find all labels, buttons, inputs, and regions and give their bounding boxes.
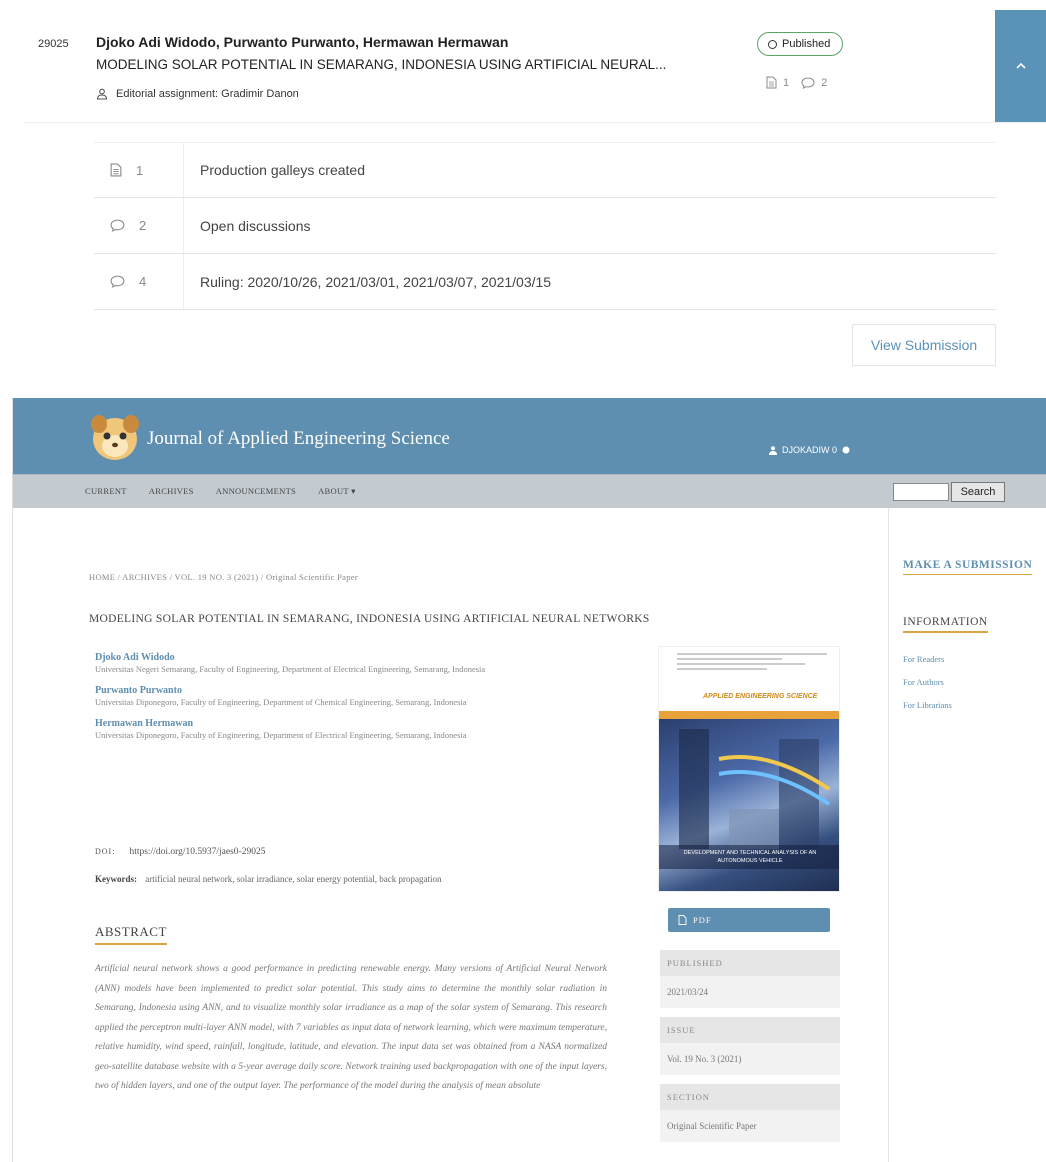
chevron-up-icon — [1015, 62, 1026, 69]
file-icon — [110, 163, 122, 177]
link-for-authors[interactable]: For Authors — [903, 671, 952, 694]
information-links: For Readers For Authors For Librarians — [903, 648, 952, 717]
doi-label: DOI: — [95, 847, 116, 856]
issue-cover-image[interactable]: APPLIED ENGINEERING SCIENCE DEVELOPMENT … — [658, 646, 840, 892]
author-entry: Hermawan Hermawan Universitas Diponegoro… — [95, 718, 605, 742]
user-menu[interactable]: DJOKADIW 0 — [769, 445, 850, 455]
activity-count-value: 1 — [136, 162, 144, 178]
breadcrumb[interactable]: HOME / ARCHIVES / VOL. 19 NO. 3 (2021) /… — [89, 572, 358, 582]
activity-label: Production galleys created — [200, 162, 365, 178]
doi-row: DOI: https://doi.org/10.5937/jaes0-29025 — [95, 847, 265, 857]
make-submission-link[interactable]: MAKE A SUBMISSION — [903, 559, 1033, 575]
submission-row[interactable]: 29025 Djoko Adi Widodo, Purwanto Purwant… — [24, 10, 1046, 123]
activity-row: 2 Open discussions — [94, 198, 996, 254]
author-entry: Djoko Adi Widodo Universitas Negeri Sema… — [95, 652, 605, 676]
status-circle-icon — [768, 39, 777, 49]
author-list: Djoko Adi Widodo Universitas Negeri Sema… — [95, 652, 605, 751]
notification-icon — [842, 446, 850, 454]
pdf-download-button[interactable]: PDF — [668, 908, 830, 932]
status-badge: Published — [757, 32, 844, 56]
published-label: PUBLISHED — [660, 950, 840, 976]
sidebar-divider — [888, 508, 889, 1162]
comment-icon — [110, 275, 125, 288]
discussions-count: 2 — [821, 76, 828, 89]
journal-nav: CURRENT ARCHIVES ANNOUNCEMENTS ABOUT ▾ — [13, 474, 1046, 508]
journal-page: Journal of Applied Engineering Science D… — [12, 398, 1046, 1162]
activity-count: 4 — [94, 254, 184, 309]
article-title: MODELING SOLAR POTENTIAL IN SEMARANG, IN… — [89, 613, 650, 625]
search-input[interactable] — [893, 483, 949, 501]
comment-icon — [801, 76, 815, 89]
submission-authors: Djoko Adi Widodo, Purwanto Purwanto, Her… — [96, 34, 509, 50]
pdf-label: PDF — [693, 915, 712, 925]
keywords-label: Keywords: — [95, 874, 137, 884]
activity-list: 1 Production galleys created 2 Open disc… — [94, 142, 996, 310]
journal-logo-icon[interactable] — [89, 412, 141, 462]
user-icon — [96, 88, 108, 100]
activity-count: 2 — [94, 198, 184, 253]
submission-title: MODELING SOLAR POTENTIAL IN SEMARANG, IN… — [96, 57, 667, 72]
keywords-row: Keywords: artificial neural network, sol… — [95, 872, 605, 886]
nav-about[interactable]: ABOUT ▾ — [318, 486, 356, 497]
view-submission-button[interactable]: View Submission — [852, 324, 996, 366]
activity-label: Ruling: 2020/10/26, 2021/03/01, 2021/03/… — [200, 273, 552, 290]
file-icon — [678, 915, 687, 925]
cover-journal-name: APPLIED ENGINEERING SCIENCE — [703, 693, 818, 700]
username: DJOKADIW 0 — [782, 445, 838, 455]
issue-value[interactable]: Vol. 19 No. 3 (2021) — [660, 1043, 840, 1075]
published-value: 2021/03/24 — [660, 976, 840, 1008]
submission-id: 29025 — [38, 38, 69, 50]
status-label: Published — [782, 38, 831, 50]
author-affiliation: Universitas Diponegoro, Faculty of Engin… — [95, 730, 467, 740]
link-for-readers[interactable]: For Readers — [903, 648, 952, 671]
journal-name[interactable]: Journal of Applied Engineering Science — [147, 428, 450, 450]
search-button[interactable]: Search — [951, 482, 1005, 502]
link-for-librarians[interactable]: For Librarians — [903, 694, 952, 717]
comment-icon — [110, 219, 125, 232]
user-icon — [769, 445, 777, 455]
author-name: Hermawan Hermawan — [95, 718, 194, 729]
section-label: SECTION — [660, 1084, 840, 1110]
author-entry: Purwanto Purwanto Universitas Diponegoro… — [95, 685, 605, 709]
issue-block: ISSUE Vol. 19 No. 3 (2021) — [660, 1017, 840, 1075]
section-value: Original Scientific Paper — [660, 1110, 840, 1142]
activity-label: Open discussions — [200, 217, 311, 234]
editorial-assignment: Editorial assignment: Gradimir Danon — [96, 88, 299, 100]
abstract-heading: ABSTRACT — [95, 924, 167, 945]
editorial-assignment-text: Editorial assignment: Gradimir Danon — [116, 88, 299, 100]
submission-stats: 1 2 — [766, 76, 827, 89]
activity-count-value: 4 — [139, 274, 147, 289]
author-affiliation: Universitas Diponegoro, Faculty of Engin… — [95, 697, 467, 707]
issue-label: ISSUE — [660, 1017, 840, 1043]
nav-archives[interactable]: ARCHIVES — [149, 486, 194, 497]
submission-panel: 29025 Djoko Adi Widodo, Purwanto Purwant… — [24, 10, 1046, 380]
files-count: 1 — [783, 76, 790, 89]
nav-current[interactable]: CURRENT — [85, 486, 127, 497]
file-icon — [766, 76, 777, 89]
published-block: PUBLISHED 2021/03/24 — [660, 950, 840, 1008]
activity-row: 1 Production galleys created — [94, 142, 996, 198]
collapse-button[interactable] — [995, 10, 1046, 122]
abstract-text: Artificial neural network shows a good p… — [95, 964, 607, 1091]
section-block: SECTION Original Scientific Paper — [660, 1084, 840, 1142]
nav-announcements[interactable]: ANNOUNCEMENTS — [216, 486, 296, 497]
activity-row: 4 Ruling: 2020/10/26, 2021/03/01, 2021/0… — [94, 254, 996, 310]
activity-count: 1 — [94, 143, 184, 197]
author-name: Purwanto Purwanto — [95, 685, 182, 696]
author-affiliation: Universitas Negeri Semarang, Faculty of … — [95, 664, 486, 674]
journal-header: Journal of Applied Engineering Science D… — [13, 398, 1046, 474]
activity-count-value: 2 — [139, 218, 147, 233]
author-name: Djoko Adi Widodo — [95, 652, 175, 663]
information-heading: INFORMATION — [903, 616, 988, 633]
cover-caption: DEVELOPMENT AND TECHNICAL ANALYSIS OF AN… — [659, 845, 839, 869]
doi-link[interactable]: https://doi.org/10.5937/jaes0-29025 — [129, 847, 265, 857]
keywords-text: artificial neural network, solar irradia… — [145, 874, 442, 884]
